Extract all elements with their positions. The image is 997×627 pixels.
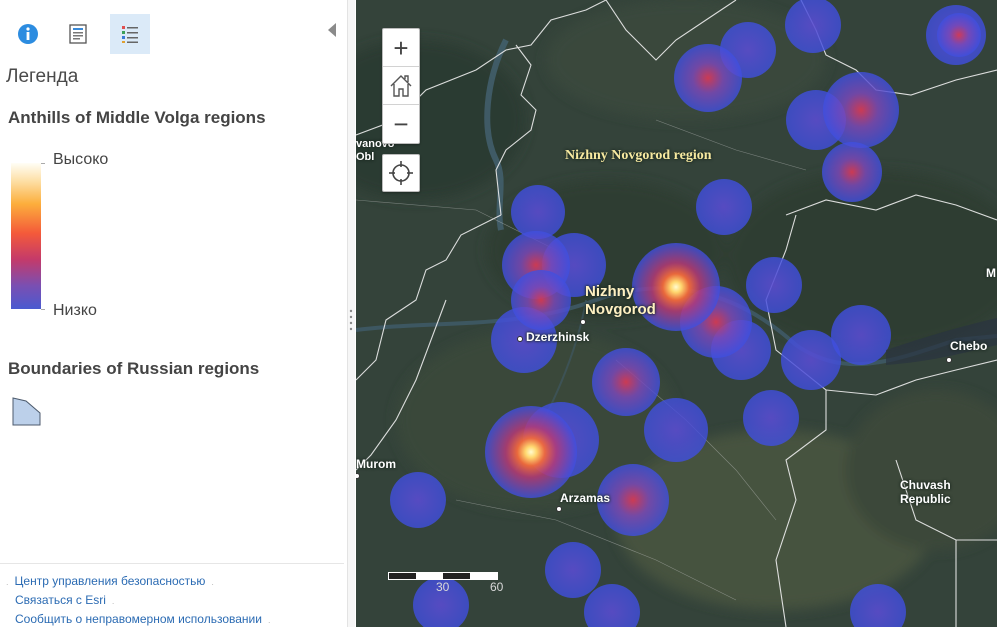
ramp-label-high: Высоко xyxy=(53,151,109,168)
city-marker-nizhny-novgorod xyxy=(580,319,586,325)
zoom-in-button[interactable]: + xyxy=(383,29,419,67)
collapse-panel-button[interactable] xyxy=(324,20,340,40)
scale-bar xyxy=(388,572,498,580)
info-tab-button[interactable] xyxy=(8,14,48,54)
splitter-grip-icon xyxy=(349,309,353,331)
scale-segment xyxy=(443,573,470,579)
scale-segment xyxy=(389,573,416,579)
city-label-nizhny-line1: Nizhny xyxy=(585,283,635,300)
details-tab-button[interactable] xyxy=(58,14,98,54)
panel-toolbar xyxy=(0,0,350,60)
city-label-nizhny-line2: Novgorod xyxy=(585,301,656,318)
home-button[interactable] xyxy=(383,67,419,105)
contact-esri-link[interactable]: Связаться с Esri. xyxy=(0,591,344,610)
document-icon xyxy=(69,24,87,44)
footer-links: . Центр управления безопасностью. Связать… xyxy=(0,563,344,627)
satellite-basemap xyxy=(356,0,997,627)
city-label-dzerzhinsk: Dzerzhinsk xyxy=(526,330,590,344)
locate-button[interactable] xyxy=(382,154,420,192)
scale-segment xyxy=(470,573,497,579)
zoom-controls: + − xyxy=(382,28,420,144)
city-marker-dzerzhinsk xyxy=(517,336,523,342)
legend-panel: Легенда Anthills of Middle Volga regions… xyxy=(0,0,350,627)
legend-list-icon xyxy=(122,26,138,43)
report-abuse-link[interactable]: Сообщить о неправомерном использовании. xyxy=(0,610,344,627)
layer-title-boundaries: Boundaries of Russian regions xyxy=(8,359,260,378)
scale-label-60: 60 xyxy=(490,580,504,594)
heatmap-color-ramp xyxy=(11,163,41,309)
city-marker-cheboksary xyxy=(946,357,952,363)
region-label-edge-m: M xyxy=(986,266,996,280)
ramp-tick-low xyxy=(41,309,45,310)
scale-label-30: 30 xyxy=(436,580,450,594)
legend-heading: Легенда xyxy=(6,66,79,87)
info-icon xyxy=(18,24,38,44)
region-label-chuvash-line1: Chuvash xyxy=(900,478,951,492)
city-label-cheboksary: Chebo xyxy=(950,339,988,353)
zoom-out-button[interactable]: − xyxy=(383,105,419,143)
trust-center-link[interactable]: . Центр управления безопасностью. xyxy=(0,572,344,591)
ramp-label-low: Низко xyxy=(53,302,97,319)
layer-title-anthills: Anthills of Middle Volga regions xyxy=(8,108,266,127)
legend-tab-button[interactable] xyxy=(110,14,150,54)
scale-segment xyxy=(416,573,443,579)
collapse-left-icon xyxy=(327,23,336,37)
locate-crosshair-icon xyxy=(389,161,413,185)
city-marker-arzamas xyxy=(556,506,562,512)
region-label-nizhny-novgorod: Nizhny Novgorod region xyxy=(565,148,712,163)
city-label-nizhny-novgorod: Nizhny Novgorod xyxy=(585,283,656,319)
region-label-chuvash: Chuvash Republic xyxy=(900,478,951,506)
ramp-tick-high xyxy=(41,163,45,164)
boundary-polygon-swatch xyxy=(12,397,41,426)
city-label-arzamas: Arzamas xyxy=(560,491,611,505)
city-label-murom: Murom xyxy=(356,457,396,471)
home-icon xyxy=(390,74,412,97)
map-view[interactable]: Nizhny Novgorod region Nizhny Novgorod D… xyxy=(356,0,997,627)
region-label-chuvash-line2: Republic xyxy=(900,492,951,506)
